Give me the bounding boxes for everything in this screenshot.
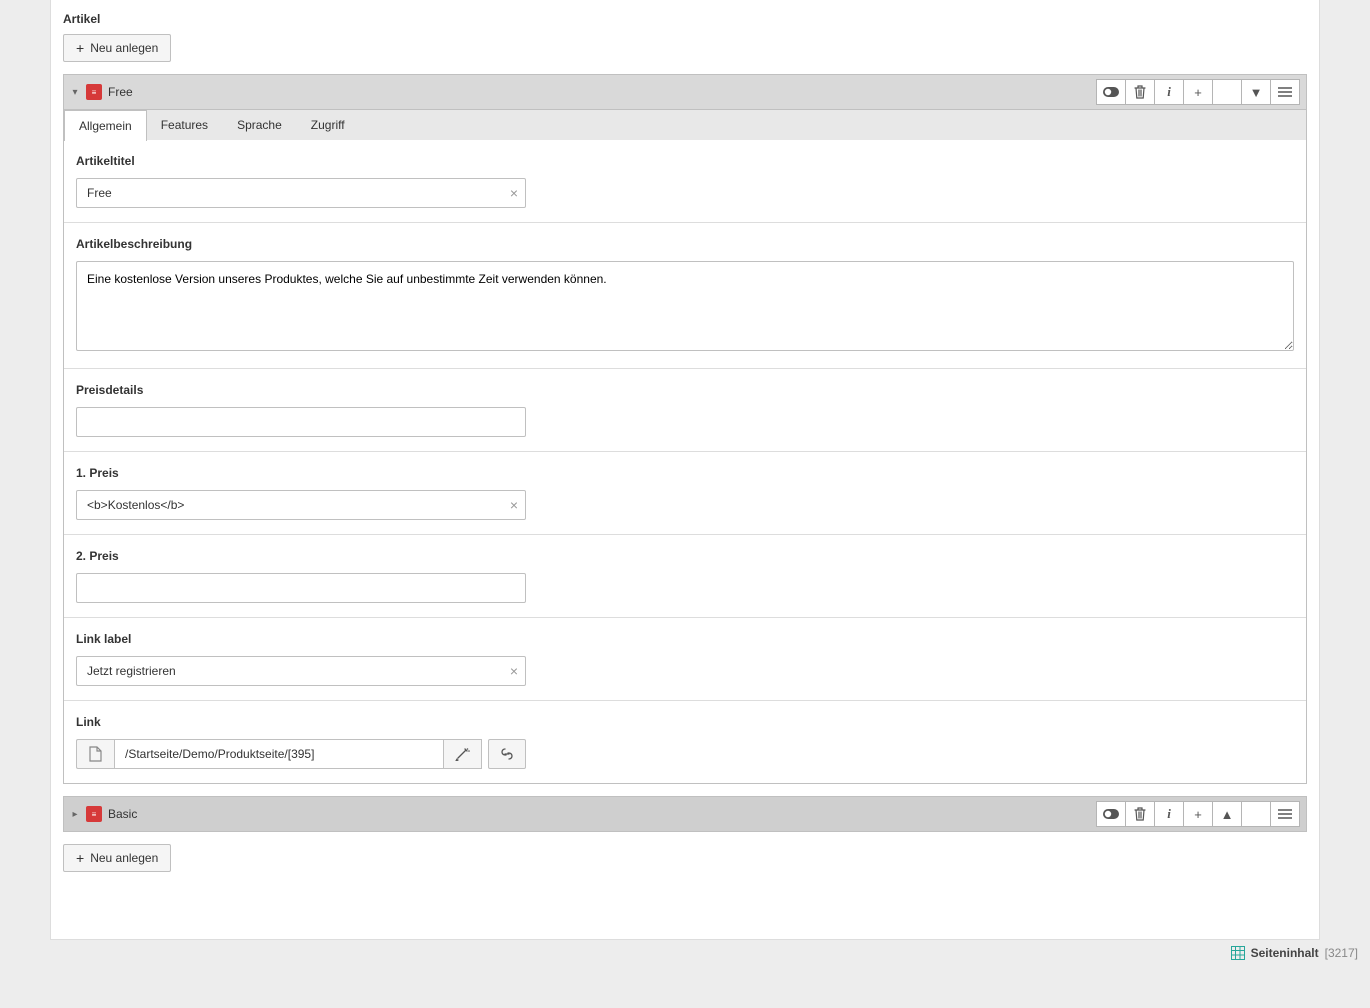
move-down-button[interactable]: ▼: [1241, 79, 1271, 105]
toggle-visibility-button[interactable]: [1096, 79, 1126, 105]
field-preis1: 1. Preis ×: [64, 451, 1306, 534]
clear-icon[interactable]: ×: [510, 663, 518, 679]
record-title: Basic: [108, 807, 1090, 821]
content-type-icon: ≡: [86, 806, 102, 822]
record-toolbar: i + ▲: [1096, 801, 1300, 827]
record-basic: ▸ ≡ Basic i + ▲: [63, 796, 1307, 832]
record-header-free[interactable]: ▾ ≡ Free i + ▼: [63, 74, 1307, 110]
drag-handle[interactable]: [1270, 801, 1300, 827]
tab-features[interactable]: Features: [147, 110, 223, 140]
content-type-icon: ≡: [86, 84, 102, 100]
page-icon: [76, 739, 114, 769]
artikelbeschreibung-textarea[interactable]: [76, 261, 1294, 351]
preisdetails-input[interactable]: [76, 407, 526, 437]
link-open-button[interactable]: [488, 739, 526, 769]
tab-bar: Allgemein Features Sprache Zugriff: [63, 110, 1307, 140]
move-down-button[interactable]: [1241, 801, 1271, 827]
form-body: Artikeltitel × Artikelbeschreibung Preis…: [63, 140, 1307, 784]
record-free: ▾ ≡ Free i + ▼ A: [63, 74, 1307, 784]
field-link-label: Link label ×: [64, 617, 1306, 700]
field-label: Preisdetails: [76, 383, 1294, 397]
tab-zugriff[interactable]: Zugriff: [297, 110, 360, 140]
preis1-input[interactable]: [76, 490, 526, 520]
field-label: 1. Preis: [76, 466, 1294, 480]
new-record-button-top[interactable]: + Neu anlegen: [63, 34, 171, 62]
field-artikelbeschreibung: Artikelbeschreibung: [64, 222, 1306, 368]
collapse-toggle-icon[interactable]: ▾: [70, 87, 80, 98]
link-wizard-button[interactable]: [444, 739, 482, 769]
new-button-row-bottom: + Neu anlegen: [51, 844, 1319, 884]
field-link: Link: [64, 700, 1306, 783]
record-toolbar: i + ▼: [1096, 79, 1300, 105]
add-button[interactable]: +: [1183, 801, 1213, 827]
link-label-input[interactable]: [76, 656, 526, 686]
field-artikeltitel: Artikeltitel ×: [64, 140, 1306, 222]
field-preisdetails: Preisdetails: [64, 368, 1306, 451]
field-label: 2. Preis: [76, 549, 1294, 563]
add-button[interactable]: +: [1183, 79, 1213, 105]
footer-label: Seiteninhalt: [1251, 946, 1319, 960]
new-record-label: Neu anlegen: [90, 851, 158, 865]
tab-sprache[interactable]: Sprache: [223, 110, 297, 140]
plus-icon: +: [76, 851, 84, 865]
info-button[interactable]: i: [1154, 79, 1184, 105]
preis2-input[interactable]: [76, 573, 526, 603]
plus-icon: +: [76, 41, 84, 55]
new-record-button-bottom[interactable]: + Neu anlegen: [63, 844, 171, 872]
move-up-button[interactable]: [1212, 79, 1242, 105]
move-up-button[interactable]: ▲: [1212, 801, 1242, 827]
new-button-row-top: + Neu anlegen: [51, 34, 1319, 74]
grid-icon: [1231, 946, 1245, 960]
info-button[interactable]: i: [1154, 801, 1184, 827]
new-record-label: Neu anlegen: [90, 41, 158, 55]
field-label: Link: [76, 715, 1294, 729]
link-path-input[interactable]: [114, 739, 444, 769]
toggle-visibility-button[interactable]: [1096, 801, 1126, 827]
clear-icon[interactable]: ×: [510, 497, 518, 513]
drag-handle[interactable]: [1270, 79, 1300, 105]
field-label: Link label: [76, 632, 1294, 646]
footer-bar: Seiteninhalt [3217]: [0, 940, 1370, 966]
section-title: Artikel: [51, 12, 1319, 34]
record-title: Free: [108, 85, 1090, 99]
content-editor-panel: Artikel + Neu anlegen ▾ ≡ Free i +: [50, 0, 1320, 940]
tab-allgemein[interactable]: Allgemein: [64, 110, 147, 141]
expand-toggle-icon[interactable]: ▸: [70, 809, 80, 820]
delete-button[interactable]: [1125, 79, 1155, 105]
artikeltitel-input[interactable]: [76, 178, 526, 208]
delete-button[interactable]: [1125, 801, 1155, 827]
clear-icon[interactable]: ×: [510, 185, 518, 201]
field-label: Artikelbeschreibung: [76, 237, 1294, 251]
footer-id: [3217]: [1325, 946, 1358, 960]
record-header-basic[interactable]: ▸ ≡ Basic i + ▲: [63, 796, 1307, 832]
field-label: Artikeltitel: [76, 154, 1294, 168]
field-preis2: 2. Preis: [64, 534, 1306, 617]
